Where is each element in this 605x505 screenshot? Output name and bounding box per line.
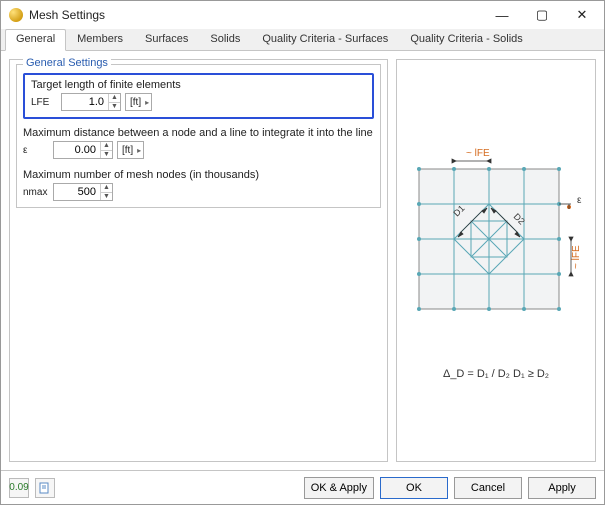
- maxnodes-input[interactable]: ▲▼: [53, 183, 113, 201]
- ok-button[interactable]: OK: [380, 477, 448, 499]
- target-length-field[interactable]: [62, 94, 108, 110]
- minimize-button[interactable]: —: [482, 2, 522, 28]
- mesh-settings-window: Mesh Settings — ▢ ✕ General Members Surf…: [0, 0, 605, 505]
- ok-apply-button[interactable]: OK & Apply: [304, 477, 374, 499]
- preview-pane: ~ lFE ~ lFE ε D1 D2 Δ_D = D₁ / D₂ D₁ ≥ D…: [396, 59, 596, 462]
- diagram-formula: Δ_D = D₁ / D₂ D₁ ≥ D₂: [401, 368, 591, 380]
- titlebar: Mesh Settings — ▢ ✕: [1, 1, 604, 29]
- maxdist-input[interactable]: ▲▼: [53, 141, 113, 159]
- maxdist-row: ε ▲▼ [ft]: [23, 141, 374, 159]
- tab-quality-surfaces[interactable]: Quality Criteria - Surfaces: [251, 29, 399, 50]
- target-length-highlight: Target length of finite elements LFE ▲▼ …: [23, 73, 374, 119]
- diagram-eps-label: ε: [577, 195, 582, 206]
- tab-quality-solids[interactable]: Quality Criteria - Solids: [399, 29, 533, 50]
- general-settings-group: General Settings Target length of finite…: [16, 64, 381, 208]
- maxdist-label: Maximum distance between a node and a li…: [23, 127, 374, 139]
- apply-button[interactable]: Apply: [528, 477, 596, 499]
- footer: 0.09 OK & Apply OK Cancel Apply: [1, 470, 604, 504]
- tabstrip: General Members Surfaces Solids Quality …: [1, 29, 604, 51]
- target-length-unit[interactable]: [ft]: [125, 93, 152, 111]
- window-controls: — ▢ ✕: [482, 2, 602, 28]
- target-length-spinner[interactable]: ▲▼: [108, 94, 120, 110]
- maxnodes-label: Maximum number of mesh nodes (in thousan…: [23, 169, 374, 181]
- app-icon: [9, 8, 23, 22]
- target-length-label: Target length of finite elements: [31, 79, 366, 91]
- mesh-diagram-svg: ~ lFE ~ lFE ε D1 D2: [401, 141, 591, 351]
- maxdist-unit[interactable]: [ft]: [117, 141, 144, 159]
- settings-pane: General Settings Target length of finite…: [9, 59, 388, 462]
- workarea: General Settings Target length of finite…: [1, 51, 604, 470]
- tab-general[interactable]: General: [5, 29, 66, 51]
- maxdist-symbol: ε: [23, 145, 49, 156]
- details-icon[interactable]: [35, 478, 55, 498]
- tab-solids[interactable]: Solids: [199, 29, 251, 50]
- diagram-lfe-side-label: ~ lFE: [571, 245, 582, 269]
- maxnodes-field[interactable]: [54, 184, 100, 200]
- group-legend: General Settings: [23, 57, 111, 69]
- target-length-row: LFE ▲▼ [ft]: [31, 93, 366, 111]
- target-length-symbol: LFE: [31, 97, 57, 108]
- target-length-input[interactable]: ▲▼: [61, 93, 121, 111]
- maxdist-spinner[interactable]: ▲▼: [100, 142, 112, 158]
- document-icon: [39, 482, 51, 494]
- window-title: Mesh Settings: [29, 8, 482, 22]
- maxnodes-symbol: nmax: [23, 187, 49, 198]
- tab-members[interactable]: Members: [66, 29, 134, 50]
- diagram-lfe-top-label: ~ lFE: [466, 148, 490, 159]
- cancel-button[interactable]: Cancel: [454, 477, 522, 499]
- maxdist-field[interactable]: [54, 142, 100, 158]
- units-icon[interactable]: 0.09: [9, 478, 29, 498]
- close-button[interactable]: ✕: [562, 2, 602, 28]
- maximize-button[interactable]: ▢: [522, 2, 562, 28]
- maxnodes-spinner[interactable]: ▲▼: [100, 184, 112, 200]
- tab-surfaces[interactable]: Surfaces: [134, 29, 199, 50]
- maxnodes-row: nmax ▲▼: [23, 183, 374, 201]
- mesh-diagram: ~ lFE ~ lFE ε D1 D2 Δ_D = D₁ / D₂ D₁ ≥ D…: [397, 137, 595, 384]
